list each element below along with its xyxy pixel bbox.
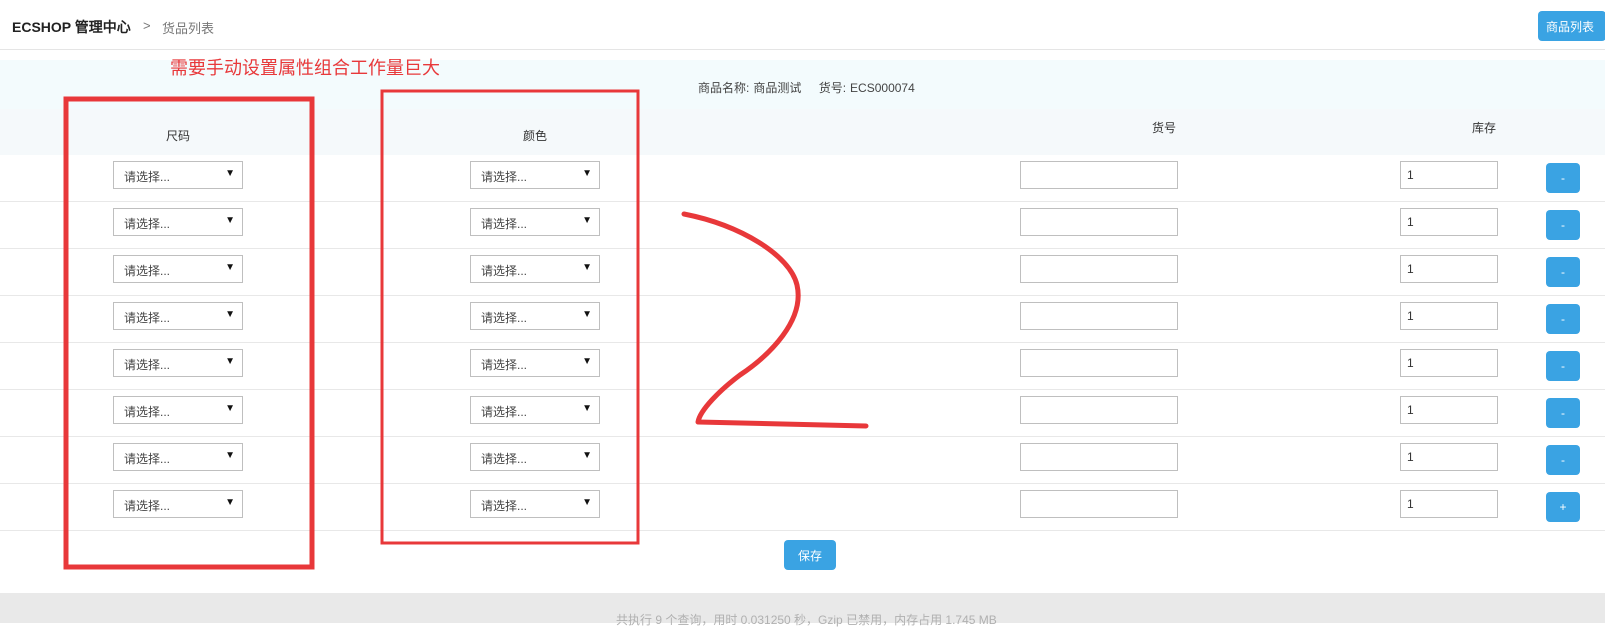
product-name-value: 商品测试 [753, 81, 802, 95]
stock-input[interactable] [1400, 396, 1498, 424]
stock-input[interactable] [1400, 443, 1498, 471]
table-row: 请选择... ▼ 请选择... ▼ - [0, 437, 1605, 484]
color-select[interactable]: 请选择... ▼ [470, 443, 600, 471]
color-select-value: 请选择... [481, 264, 528, 278]
size-select[interactable]: 请选择... ▼ [113, 443, 243, 471]
remove-row-button[interactable]: - [1546, 163, 1580, 193]
dropdown-arrow-icon: ▼ [225, 309, 235, 320]
remove-row-button[interactable]: - [1546, 304, 1580, 334]
column-header-stock: 库存 [1472, 121, 1497, 135]
annotation-text: 需要手动设置属性组合工作量巨大 [170, 58, 440, 78]
dropdown-arrow-icon: ▼ [225, 403, 235, 414]
sn-input[interactable] [1020, 349, 1178, 377]
dropdown-arrow-icon: ▼ [225, 450, 235, 461]
top-header: ECSHOP 管理中心 > 货品列表 商品列表 [0, 0, 1605, 50]
dropdown-arrow-icon: ▼ [582, 309, 592, 320]
size-select-value: 请选择... [124, 311, 171, 325]
dropdown-arrow-icon: ▼ [225, 168, 235, 179]
product-name-label: 商品名称: [698, 81, 750, 95]
remove-row-button[interactable]: - [1546, 351, 1580, 381]
remove-row-button[interactable]: - [1546, 257, 1580, 287]
table-header: 尺码 颜色 货号 库存 [0, 109, 1605, 156]
dropdown-arrow-icon: ▼ [225, 356, 235, 367]
remove-row-button[interactable]: - [1546, 398, 1580, 428]
color-select-value: 请选择... [481, 499, 528, 513]
sn-input[interactable] [1020, 161, 1178, 189]
table-row: 请选择... ▼ 请选择... ▼ - [0, 155, 1605, 202]
color-select-value: 请选择... [481, 170, 528, 184]
column-header-size: 尺码 [166, 129, 191, 143]
product-info: 商品名称: 商品测试 货号: ECS000074 [698, 79, 919, 96]
product-sn-value: ECS000074 [850, 81, 915, 95]
size-select-value: 请选择... [124, 170, 171, 184]
page-footer: 共执行 9 个查询，用时 0.031250 秒，Gzip 已禁用，内存占用 1.… [0, 593, 1605, 627]
table-row: 请选择... ▼ 请选择... ▼ - [0, 343, 1605, 390]
stock-input[interactable] [1400, 161, 1498, 189]
sn-input[interactable] [1020, 490, 1178, 518]
column-header-sn: 货号 [1152, 121, 1177, 135]
sn-input[interactable] [1020, 208, 1178, 236]
table-row: 请选择... ▼ 请选择... ▼ - [0, 296, 1605, 343]
sn-input[interactable] [1020, 255, 1178, 283]
product-sn-label: 货号: [818, 81, 847, 95]
size-select[interactable]: 请选择... ▼ [113, 490, 243, 518]
table-row: 请选择... ▼ 请选择... ▼ - [0, 390, 1605, 437]
dropdown-arrow-icon: ▼ [582, 168, 592, 179]
add-row-button[interactable]: + [1546, 492, 1580, 522]
breadcrumb-separator: > [143, 18, 151, 33]
dropdown-arrow-icon: ▼ [582, 356, 592, 367]
stock-input[interactable] [1400, 302, 1498, 330]
stock-input[interactable] [1400, 349, 1498, 377]
size-select-value: 请选择... [124, 499, 171, 513]
breadcrumb: 货品列表 [162, 21, 215, 36]
color-select-value: 请选择... [481, 452, 528, 466]
color-select[interactable]: 请选择... ▼ [470, 490, 600, 518]
sn-input[interactable] [1020, 302, 1178, 330]
stock-input[interactable] [1400, 255, 1498, 283]
color-select[interactable]: 请选择... ▼ [470, 255, 600, 283]
footer-stats: 共执行 9 个查询，用时 0.031250 秒，Gzip 已禁用，内存占用 1.… [616, 613, 997, 627]
brand-title: ECSHOP 管理中心 [12, 19, 131, 35]
dropdown-arrow-icon: ▼ [225, 262, 235, 273]
color-select[interactable]: 请选择... ▼ [470, 161, 600, 189]
dropdown-arrow-icon: ▼ [225, 215, 235, 226]
size-select[interactable]: 请选择... ▼ [113, 349, 243, 377]
size-select[interactable]: 请选择... ▼ [113, 302, 243, 330]
size-select-value: 请选择... [124, 405, 171, 419]
stock-input[interactable] [1400, 208, 1498, 236]
remove-row-button[interactable]: - [1546, 445, 1580, 475]
size-select-value: 请选择... [124, 264, 171, 278]
sn-input[interactable] [1020, 396, 1178, 424]
color-select-value: 请选择... [481, 311, 528, 325]
table-row: 请选择... ▼ 请选择... ▼ - [0, 249, 1605, 296]
save-button[interactable]: 保存 [784, 540, 836, 570]
table-row: 请选择... ▼ 请选择... ▼ + [0, 484, 1605, 531]
column-header-color: 颜色 [523, 129, 548, 143]
color-select-value: 请选择... [481, 358, 528, 372]
dropdown-arrow-icon: ▼ [582, 450, 592, 461]
color-select[interactable]: 请选择... ▼ [470, 396, 600, 424]
size-select[interactable]: 请选择... ▼ [113, 255, 243, 283]
size-select-value: 请选择... [124, 452, 171, 466]
size-select[interactable]: 请选择... ▼ [113, 396, 243, 424]
dropdown-arrow-icon: ▼ [582, 262, 592, 273]
color-select-value: 请选择... [481, 405, 528, 419]
stock-input[interactable] [1400, 490, 1498, 518]
size-select-value: 请选择... [124, 217, 171, 231]
sn-input[interactable] [1020, 443, 1178, 471]
size-select[interactable]: 请选择... ▼ [113, 208, 243, 236]
color-select-value: 请选择... [481, 217, 528, 231]
remove-row-button[interactable]: - [1546, 210, 1580, 240]
table-row: 请选择... ▼ 请选择... ▼ - [0, 202, 1605, 249]
size-select-value: 请选择... [124, 358, 171, 372]
size-select[interactable]: 请选择... ▼ [113, 161, 243, 189]
color-select[interactable]: 请选择... ▼ [470, 302, 600, 330]
dropdown-arrow-icon: ▼ [582, 403, 592, 414]
dropdown-arrow-icon: ▼ [225, 497, 235, 508]
color-select[interactable]: 请选择... ▼ [470, 208, 600, 236]
dropdown-arrow-icon: ▼ [582, 215, 592, 226]
dropdown-arrow-icon: ▼ [582, 497, 592, 508]
color-select[interactable]: 请选择... ▼ [470, 349, 600, 377]
product-list-button[interactable]: 商品列表 [1538, 11, 1605, 41]
